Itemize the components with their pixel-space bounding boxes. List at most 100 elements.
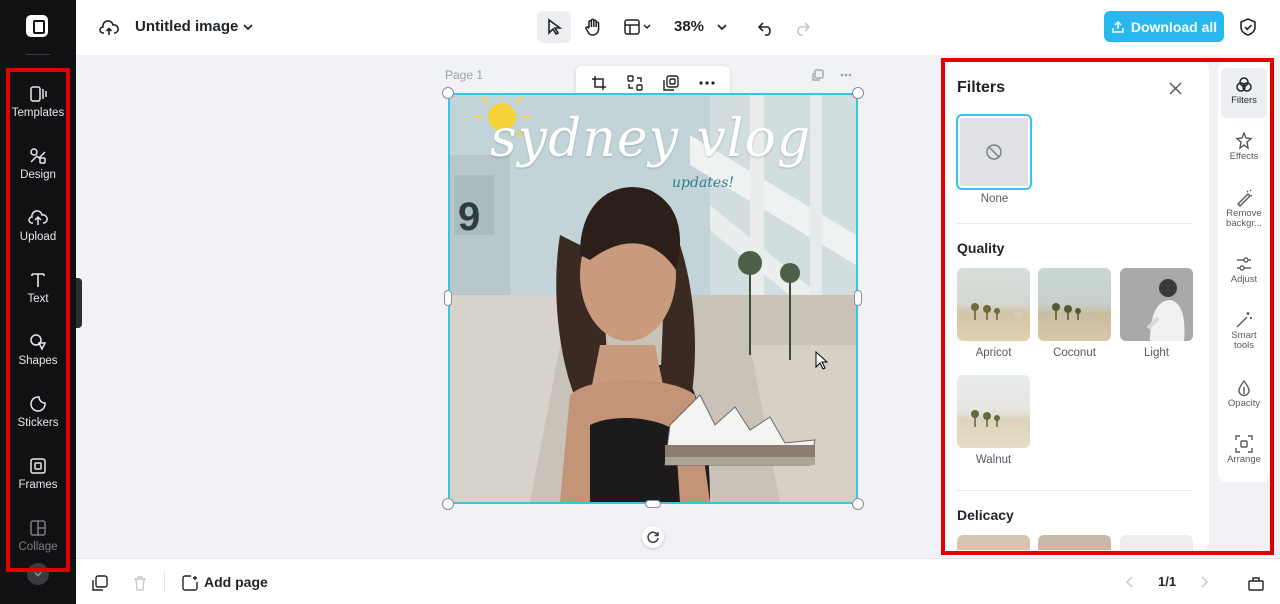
top-bar: Untitled image 38% Download all [76, 0, 1280, 55]
chevron-right-icon [1201, 576, 1209, 588]
more-horizontal-icon [699, 81, 715, 85]
filter-delicacy-tile[interactable] [1120, 535, 1193, 550]
delete-page-button[interactable] [130, 573, 150, 593]
divider [26, 54, 50, 55]
zoom-menu-button[interactable] [714, 19, 730, 35]
crop-icon [592, 76, 606, 90]
filter-walnut-tile[interactable] [957, 375, 1030, 448]
sidebar-item-label: Upload [19, 231, 57, 243]
section-title-delicacy: Delicacy [957, 507, 1014, 523]
filter-label: Light [1144, 347, 1169, 359]
resize-handle-top-right[interactable] [852, 87, 864, 99]
duplicate-page-button[interactable] [809, 67, 825, 83]
sidebar-item-stickers[interactable]: Stickers [0, 390, 76, 446]
page-more-button[interactable] [838, 67, 854, 83]
rotate-handle[interactable] [642, 526, 664, 548]
document-title[interactable]: Untitled image [135, 18, 238, 35]
opacity-icon [1238, 379, 1250, 397]
rail-item-filters[interactable]: Filters [1221, 68, 1267, 118]
rail-item-adjust[interactable]: Adjust [1218, 255, 1270, 285]
filter-none-tile[interactable] [956, 114, 1032, 190]
zoom-level[interactable]: 38% [674, 18, 704, 35]
left-sidebar: Templates Design Upload Text Shapes Stic… [0, 0, 76, 604]
rotate-icon [647, 531, 659, 544]
hand-icon [585, 18, 600, 36]
resize-handle-right[interactable] [854, 290, 862, 306]
filter-delicacy-tile[interactable] [1038, 535, 1111, 550]
resize-handle-top-left[interactable] [442, 87, 454, 99]
undo-button[interactable] [755, 17, 777, 39]
filter-label: Walnut [975, 454, 1012, 466]
beach-thumbnail [971, 410, 1023, 427]
download-all-button[interactable]: Download all [1104, 11, 1224, 42]
previous-page-button[interactable] [1122, 574, 1138, 590]
app-logo[interactable] [26, 15, 48, 37]
rail-item-opacity[interactable]: Opacity [1218, 379, 1270, 409]
resize-handle-bottom-left[interactable] [442, 498, 454, 510]
next-page-button[interactable] [1196, 574, 1212, 590]
divider [957, 490, 1192, 491]
stickers-icon [30, 396, 46, 412]
chevron-down-icon [243, 24, 253, 31]
download-all-label: Download all [1130, 18, 1218, 35]
sidebar-item-label: Stickers [17, 417, 59, 429]
close-panel-button[interactable] [1167, 80, 1183, 96]
templates-icon [30, 86, 47, 102]
divider [957, 223, 1192, 224]
collage-icon [30, 520, 46, 536]
layer-button[interactable] [660, 73, 682, 93]
sidebar-item-design[interactable]: Design [0, 142, 76, 198]
sidebar-item-label: Design [20, 169, 56, 181]
add-page-icon-button[interactable] [180, 573, 200, 593]
layout-menu-button[interactable] [618, 11, 658, 43]
sidebar-item-text[interactable]: Text [0, 266, 76, 322]
rail-item-smart-tools[interactable]: Smart tools [1218, 311, 1270, 351]
subline-text[interactable]: updates! [672, 175, 734, 191]
sidebar-item-label: Templates [11, 107, 65, 119]
headline-text[interactable]: sydney vlog [490, 109, 811, 169]
resize-handle-bottom-right[interactable] [852, 498, 864, 510]
filter-light-tile[interactable] [1120, 268, 1193, 341]
beach-thumbnail [1052, 303, 1104, 320]
sidebar-item-label: Shapes [18, 355, 58, 367]
hand-tool-button[interactable] [579, 11, 607, 43]
toolbar-more-button[interactable] [696, 73, 718, 93]
select-tool-button[interactable] [537, 11, 571, 43]
upload-icon [28, 210, 48, 225]
sidebar-item-collage[interactable]: Collage [0, 514, 76, 570]
redo-button[interactable] [791, 17, 813, 39]
canvas-image[interactable]: 9 sydney vlog updates! [448, 93, 858, 504]
sidebar-item-label: Text [27, 293, 49, 305]
chevron-down-icon [717, 24, 727, 31]
crop-button[interactable] [588, 73, 610, 93]
sidebar-item-shapes[interactable]: Shapes [0, 328, 76, 384]
resize-handle-left[interactable] [444, 290, 452, 306]
svg-text:9: 9 [458, 195, 480, 239]
briefcase-icon [1248, 576, 1264, 591]
filter-label: None [980, 193, 1009, 205]
rail-item-effects[interactable]: Effects [1218, 132, 1270, 162]
portrait-thumbnail [1120, 268, 1193, 341]
sidebar-expand-button[interactable] [27, 563, 49, 585]
sidebar-item-upload[interactable]: Upload [0, 204, 76, 260]
replace-button[interactable] [624, 73, 646, 93]
filter-apricot-tile[interactable] [957, 268, 1030, 341]
resize-handle-bottom[interactable] [645, 500, 661, 508]
title-menu-button[interactable] [240, 19, 256, 35]
text-icon [31, 273, 45, 287]
security-button[interactable] [1237, 16, 1259, 38]
add-page-button[interactable]: Add page [204, 574, 268, 590]
filter-coconut-tile[interactable] [1038, 268, 1111, 341]
sidebar-item-templates[interactable]: Templates [0, 80, 76, 136]
sidebar-item-frames[interactable]: Frames [0, 452, 76, 508]
page-manager-button[interactable] [1246, 573, 1266, 593]
cloud-save-button[interactable] [98, 17, 120, 39]
page-counter: 1/1 [1158, 574, 1177, 589]
rail-item-arrange[interactable]: Arrange [1218, 435, 1270, 465]
more-horizontal-icon [840, 73, 852, 77]
layers-panel-button[interactable] [90, 573, 110, 593]
rail-item-remove-background[interactable]: Remove backgr... [1218, 189, 1270, 229]
filter-delicacy-tile[interactable] [957, 535, 1030, 550]
filters-panel: Filters None Quality Apricot Coconut Lig… [946, 62, 1209, 550]
sidebar-collapse-handle[interactable] [76, 278, 82, 328]
